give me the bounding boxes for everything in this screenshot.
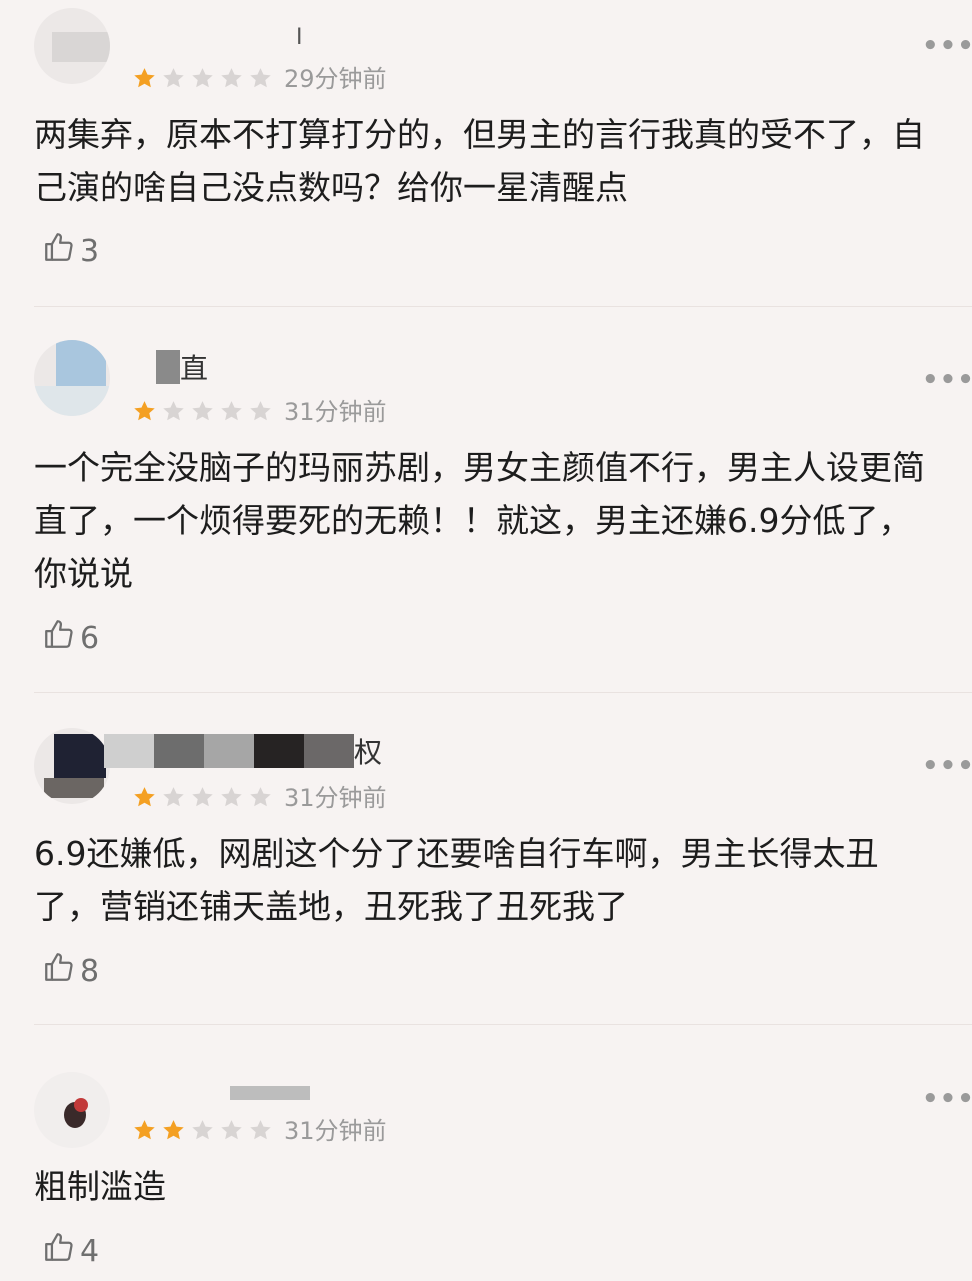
like-button[interactable]: 4 xyxy=(42,1230,99,1272)
like-count: 4 xyxy=(80,1233,100,1269)
star-empty-icon xyxy=(250,1120,271,1140)
thumbs-up-icon xyxy=(42,1230,76,1272)
review-item: 31分钟前 ••• 粗制滥造 4 xyxy=(0,0,972,1281)
star-empty-icon xyxy=(192,1120,213,1140)
username[interactable] xyxy=(230,1076,310,1110)
star-empty-icon xyxy=(221,1120,242,1140)
review-text: 粗制滥造 xyxy=(34,1167,166,1206)
star-filled-icon xyxy=(134,1120,155,1140)
review-time: 31分钟前 xyxy=(284,1117,387,1145)
star-filled-icon xyxy=(163,1120,184,1140)
more-dots-icon[interactable]: ••• xyxy=(922,1086,972,1112)
avatar[interactable] xyxy=(34,1072,110,1148)
star-rating xyxy=(132,1118,273,1143)
